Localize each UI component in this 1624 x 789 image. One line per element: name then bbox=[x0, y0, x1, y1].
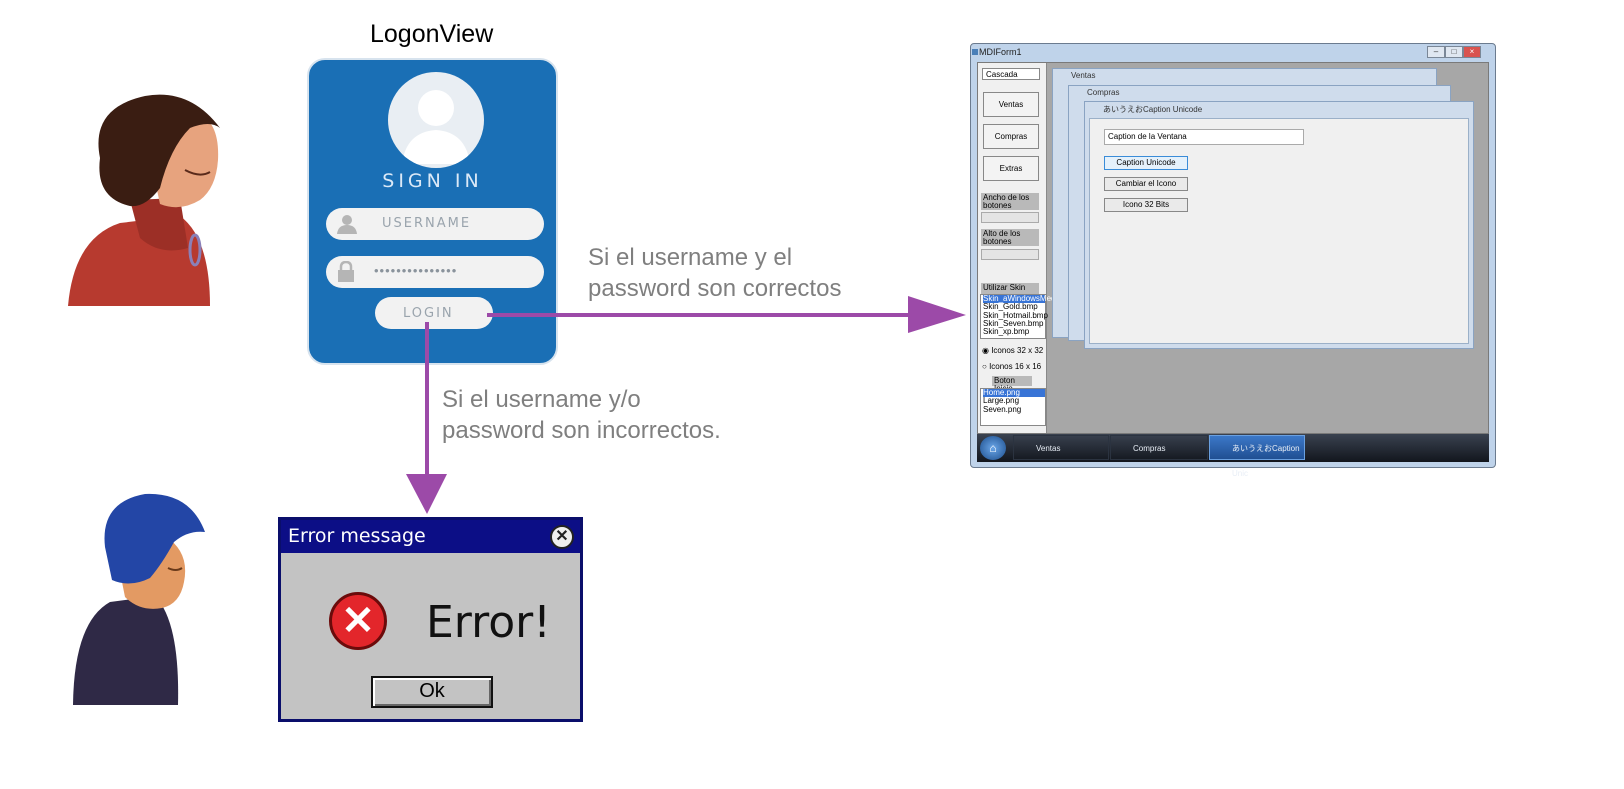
failure-caption-line2: password son incorrectos. bbox=[442, 417, 721, 444]
skin-checkbox[interactable]: Utilizar Skin bbox=[981, 283, 1039, 294]
taskbar-item-compras[interactable]: Compras bbox=[1110, 435, 1208, 460]
cambiar-icono-button[interactable]: Cambiar el Icono bbox=[1104, 177, 1188, 191]
compras-button[interactable]: Compras bbox=[983, 124, 1039, 149]
maximize-icon[interactable]: □ bbox=[1445, 46, 1463, 58]
extras-button[interactable]: Extras bbox=[983, 156, 1039, 181]
radio-16[interactable]: ○ Iconos 16 x 16 bbox=[982, 362, 1041, 371]
caption-unicode-button[interactable]: Caption Unicode bbox=[1104, 156, 1188, 170]
child-window-unicode[interactable]: あいうえおCaption Unicode Caption de la Venta… bbox=[1084, 101, 1474, 349]
failure-caption: Si el username y/o password son incorrec… bbox=[442, 384, 721, 446]
child-compras-title: Compras bbox=[1087, 88, 1120, 97]
success-caption-line2: password son correctos bbox=[588, 275, 842, 302]
minimize-icon[interactable]: – bbox=[1427, 46, 1445, 58]
sad-person-illustration bbox=[73, 493, 205, 705]
success-arrowhead bbox=[908, 296, 966, 333]
app-icon bbox=[972, 49, 978, 55]
success-caption-line1: Si el username y el bbox=[588, 244, 793, 271]
home-icon[interactable]: ⌂ bbox=[980, 436, 1006, 460]
taskbar-item-unicode[interactable]: あいうえおCaption Unic bbox=[1209, 435, 1305, 478]
alto-slider[interactable] bbox=[981, 249, 1039, 260]
child-ventas-title: Ventas bbox=[1071, 71, 1096, 80]
child-unicode-body: Caption de la Ventana Caption Unicode Ca… bbox=[1089, 118, 1469, 344]
ancho-slider[interactable] bbox=[981, 212, 1039, 223]
error-icon: ✕ bbox=[329, 592, 387, 650]
radio-32[interactable]: ◉ Iconos 32 x 32 bbox=[982, 346, 1043, 355]
mdi-window: MDIForm1 – □ × Cascada Ventas Compras Ex… bbox=[970, 43, 1496, 478]
list-item[interactable]: Seven.png bbox=[983, 405, 1045, 414]
ventas-button[interactable]: Ventas bbox=[983, 92, 1039, 117]
ok-button[interactable]: Ok bbox=[371, 676, 493, 708]
error-message: Error! bbox=[426, 597, 551, 648]
error-dialog-title: Error message bbox=[288, 525, 426, 547]
mdi-window-title: MDIForm1 bbox=[979, 47, 1022, 57]
failure-arrowhead bbox=[406, 474, 447, 514]
error-dialog: Error message ✕ ✕ Error! Ok bbox=[278, 517, 583, 722]
boton-inicio-label: Boton Inicio bbox=[992, 376, 1032, 393]
child-unicode-title: あいうえおCaption Unicode bbox=[1103, 105, 1203, 114]
close-icon[interactable]: × bbox=[1463, 46, 1481, 58]
mdi-sidebar: Cascada Ventas Compras Extras Ancho de l… bbox=[978, 63, 1055, 433]
mdi-client-area: Cascada Ventas Compras Extras Ancho de l… bbox=[977, 62, 1489, 434]
alto-label: Alto de los botones bbox=[981, 229, 1039, 246]
close-icon[interactable]: ✕ bbox=[550, 525, 574, 549]
error-dialog-titlebar: Error message ✕ bbox=[281, 520, 580, 553]
success-caption: Si el username y el password son correct… bbox=[588, 242, 841, 304]
taskbar: ⌂ Ventas Compras あいうえおCaption Unic bbox=[977, 434, 1489, 478]
taskbar-item-ventas[interactable]: Ventas bbox=[1013, 435, 1109, 460]
radio-32-label: Iconos 32 x 32 bbox=[991, 346, 1044, 355]
radio-16-label: Iconos 16 x 16 bbox=[989, 362, 1042, 371]
skin-list[interactable]: Skin_aWindowsMed Skin_Gold.bmp Skin_Hotm… bbox=[980, 294, 1055, 339]
image-list[interactable]: Home.png Large.png Seven.png bbox=[980, 388, 1046, 426]
happy-person-illustration bbox=[68, 94, 220, 306]
caption-input[interactable]: Caption de la Ventana bbox=[1104, 129, 1304, 145]
failure-caption-line1: Si el username y/o bbox=[442, 386, 641, 413]
list-item[interactable]: Skin_xp.bmp bbox=[983, 327, 1045, 336]
ancho-label: Ancho de los botones bbox=[981, 193, 1039, 210]
icono-32-button[interactable]: Icono 32 Bits bbox=[1104, 198, 1188, 212]
arrange-combo[interactable]: Cascada bbox=[982, 68, 1040, 80]
